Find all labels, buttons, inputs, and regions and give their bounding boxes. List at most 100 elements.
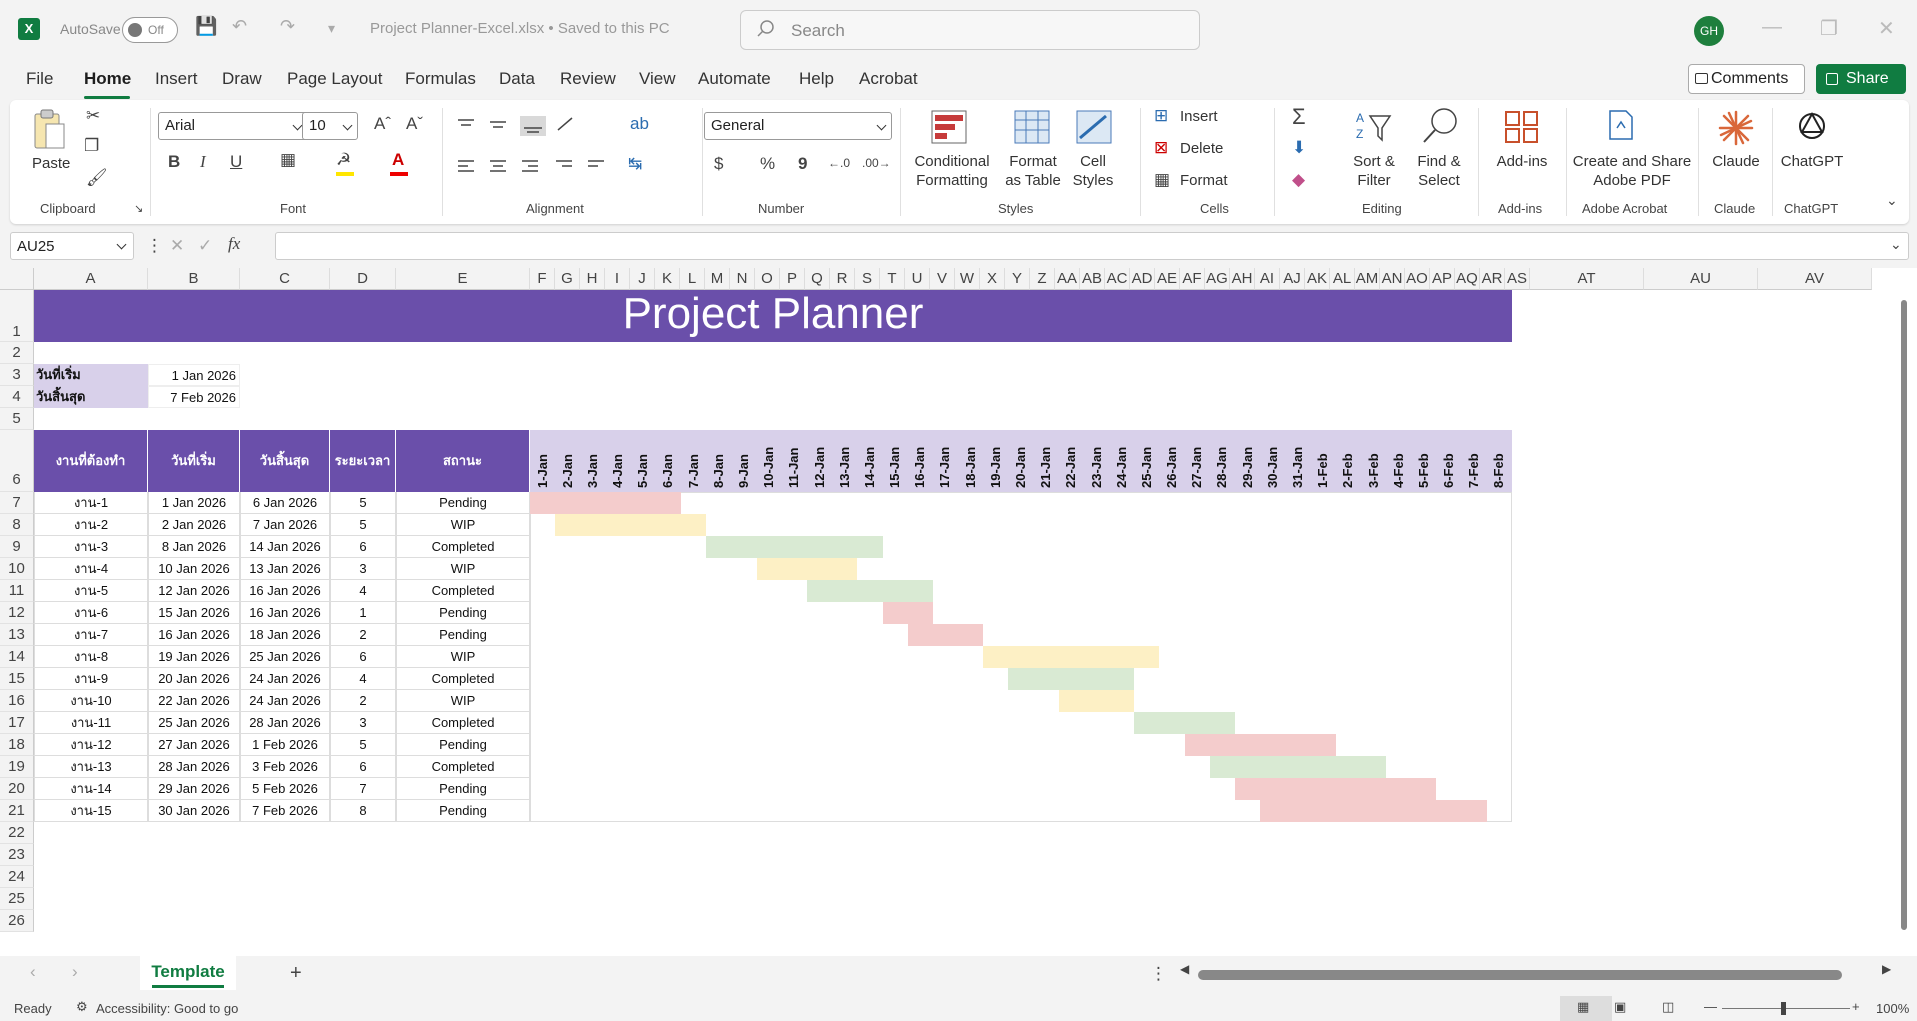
task-start-cell[interactable]: 8 Jan 2026: [148, 536, 240, 558]
vertical-align-icons[interactable]: [456, 116, 596, 136]
task-status-cell[interactable]: Pending: [396, 602, 530, 624]
row-header[interactable]: 2: [0, 342, 34, 364]
task-duration-cell[interactable]: 4: [330, 580, 396, 602]
task-duration-cell[interactable]: 6: [330, 536, 396, 558]
gantt-bar[interactable]: [1184, 734, 1336, 756]
zoom-slider-thumb[interactable]: [1781, 1002, 1786, 1015]
zoom-out-icon[interactable]: —: [1704, 999, 1717, 1014]
comments-button[interactable]: Comments: [1688, 64, 1805, 94]
undo-icon[interactable]: ↶: [232, 16, 247, 37]
horizontal-align-icons[interactable]: [456, 158, 606, 176]
sheet-tab-template[interactable]: Template: [140, 956, 236, 990]
wrap-text-icon[interactable]: ab: [630, 114, 649, 134]
column-header[interactable]: X: [980, 268, 1005, 290]
column-header[interactable]: AP: [1430, 268, 1455, 290]
task-status-cell[interactable]: Completed: [396, 756, 530, 778]
task-start-cell[interactable]: 2 Jan 2026: [148, 514, 240, 536]
task-start-cell[interactable]: 29 Jan 2026: [148, 778, 240, 800]
column-header[interactable]: AM: [1355, 268, 1380, 290]
row-header[interactable]: 18: [0, 734, 34, 756]
chatgpt-icon[interactable]: [1796, 110, 1828, 142]
column-header[interactable]: G: [555, 268, 580, 290]
column-header[interactable]: AF: [1180, 268, 1205, 290]
conditional-formatting-label[interactable]: Conditional Formatting: [906, 152, 998, 190]
tab-page-layout[interactable]: Page Layout: [287, 69, 382, 89]
column-header[interactable]: F: [530, 268, 555, 290]
task-name-cell[interactable]: งาน-9: [34, 668, 148, 690]
task-start-cell[interactable]: 22 Jan 2026: [148, 690, 240, 712]
task-name-cell[interactable]: งาน-10: [34, 690, 148, 712]
task-start-cell[interactable]: 10 Jan 2026: [148, 558, 240, 580]
percent-button[interactable]: %: [760, 154, 775, 174]
format-cells-icon[interactable]: ▦: [1154, 170, 1170, 190]
task-name-cell[interactable]: งาน-5: [34, 580, 148, 602]
add-ins-label[interactable]: Add-ins: [1486, 152, 1558, 171]
share-button[interactable]: Share: [1816, 64, 1906, 94]
task-start-cell[interactable]: 28 Jan 2026: [148, 756, 240, 778]
task-start-cell[interactable]: 27 Jan 2026: [148, 734, 240, 756]
column-header[interactable]: AD: [1130, 268, 1155, 290]
task-status-cell[interactable]: Completed: [396, 712, 530, 734]
task-start-cell[interactable]: 25 Jan 2026: [148, 712, 240, 734]
tab-help[interactable]: Help: [799, 69, 834, 89]
gantt-bar[interactable]: [806, 580, 933, 602]
column-header[interactable]: AH: [1230, 268, 1255, 290]
decrease-font-icon[interactable]: Aˇ: [406, 114, 423, 134]
column-header[interactable]: T: [880, 268, 905, 290]
task-name-cell[interactable]: งาน-11: [34, 712, 148, 734]
close-icon[interactable]: ✕: [1878, 16, 1895, 41]
column-header[interactable]: S: [855, 268, 880, 290]
task-end-cell[interactable]: 18 Jan 2026: [240, 624, 330, 646]
row-header[interactable]: 4: [0, 386, 34, 408]
row-header[interactable]: 13: [0, 624, 34, 646]
column-header[interactable]: L: [680, 268, 705, 290]
task-duration-cell[interactable]: 1: [330, 602, 396, 624]
task-end-cell[interactable]: 7 Jan 2026: [240, 514, 330, 536]
task-start-cell[interactable]: 20 Jan 2026: [148, 668, 240, 690]
cancel-icon[interactable]: ✕: [170, 236, 184, 256]
add-sheet-icon[interactable]: +: [290, 962, 302, 985]
task-duration-cell[interactable]: 2: [330, 690, 396, 712]
zoom-slider[interactable]: [1722, 1008, 1850, 1009]
task-status-cell[interactable]: WIP: [396, 646, 530, 668]
scrollbar-thumb[interactable]: [1901, 300, 1907, 930]
gantt-bar[interactable]: [530, 492, 682, 514]
page-layout-view-icon[interactable]: ▣: [1614, 999, 1626, 1015]
task-name-cell[interactable]: งาน-7: [34, 624, 148, 646]
task-table-header[interactable]: สถานะ: [396, 430, 530, 492]
task-status-cell[interactable]: Pending: [396, 734, 530, 756]
gantt-bar[interactable]: [1209, 756, 1387, 778]
row-header[interactable]: 17: [0, 712, 34, 734]
tab-acrobat[interactable]: Acrobat: [859, 69, 918, 89]
tab-insert[interactable]: Insert: [155, 69, 198, 89]
clear-icon[interactable]: ◆: [1292, 170, 1305, 190]
column-header[interactable]: AB: [1080, 268, 1105, 290]
tab-home[interactable]: Home: [84, 69, 131, 89]
task-duration-cell[interactable]: 8: [330, 800, 396, 822]
font-color-icon[interactable]: A: [392, 150, 404, 170]
tab-automate[interactable]: Automate: [698, 69, 771, 89]
format-cells-label[interactable]: Format: [1180, 172, 1228, 189]
column-header[interactable]: AV: [1758, 268, 1872, 290]
find-select-label[interactable]: Find & Select: [1412, 152, 1466, 190]
copy-icon[interactable]: ❐: [84, 136, 99, 156]
column-header[interactable]: C: [240, 268, 330, 290]
row-header[interactable]: 23: [0, 844, 34, 866]
document-title[interactable]: Project Planner-Excel.xlsx • Saved to th…: [370, 20, 670, 37]
task-name-cell[interactable]: งาน-13: [34, 756, 148, 778]
zoom-level[interactable]: 100%: [1876, 1001, 1909, 1016]
task-end-cell[interactable]: 24 Jan 2026: [240, 668, 330, 690]
merge-center-icon[interactable]: ↹: [628, 154, 642, 174]
task-name-cell[interactable]: งาน-4: [34, 558, 148, 580]
gantt-bar[interactable]: [882, 602, 933, 624]
autosum-icon[interactable]: Σ: [1292, 104, 1306, 130]
zoom-in-icon[interactable]: +: [1852, 999, 1860, 1014]
column-header[interactable]: AC: [1105, 268, 1130, 290]
task-duration-cell[interactable]: 3: [330, 558, 396, 580]
column-header[interactable]: AR: [1480, 268, 1505, 290]
task-start-cell[interactable]: 15 Jan 2026: [148, 602, 240, 624]
column-header[interactable]: AT: [1530, 268, 1644, 290]
find-select-icon[interactable]: [1420, 106, 1460, 146]
number-format-select[interactable]: General: [704, 112, 892, 140]
accessibility-status[interactable]: Accessibility: Good to go: [96, 1001, 238, 1016]
